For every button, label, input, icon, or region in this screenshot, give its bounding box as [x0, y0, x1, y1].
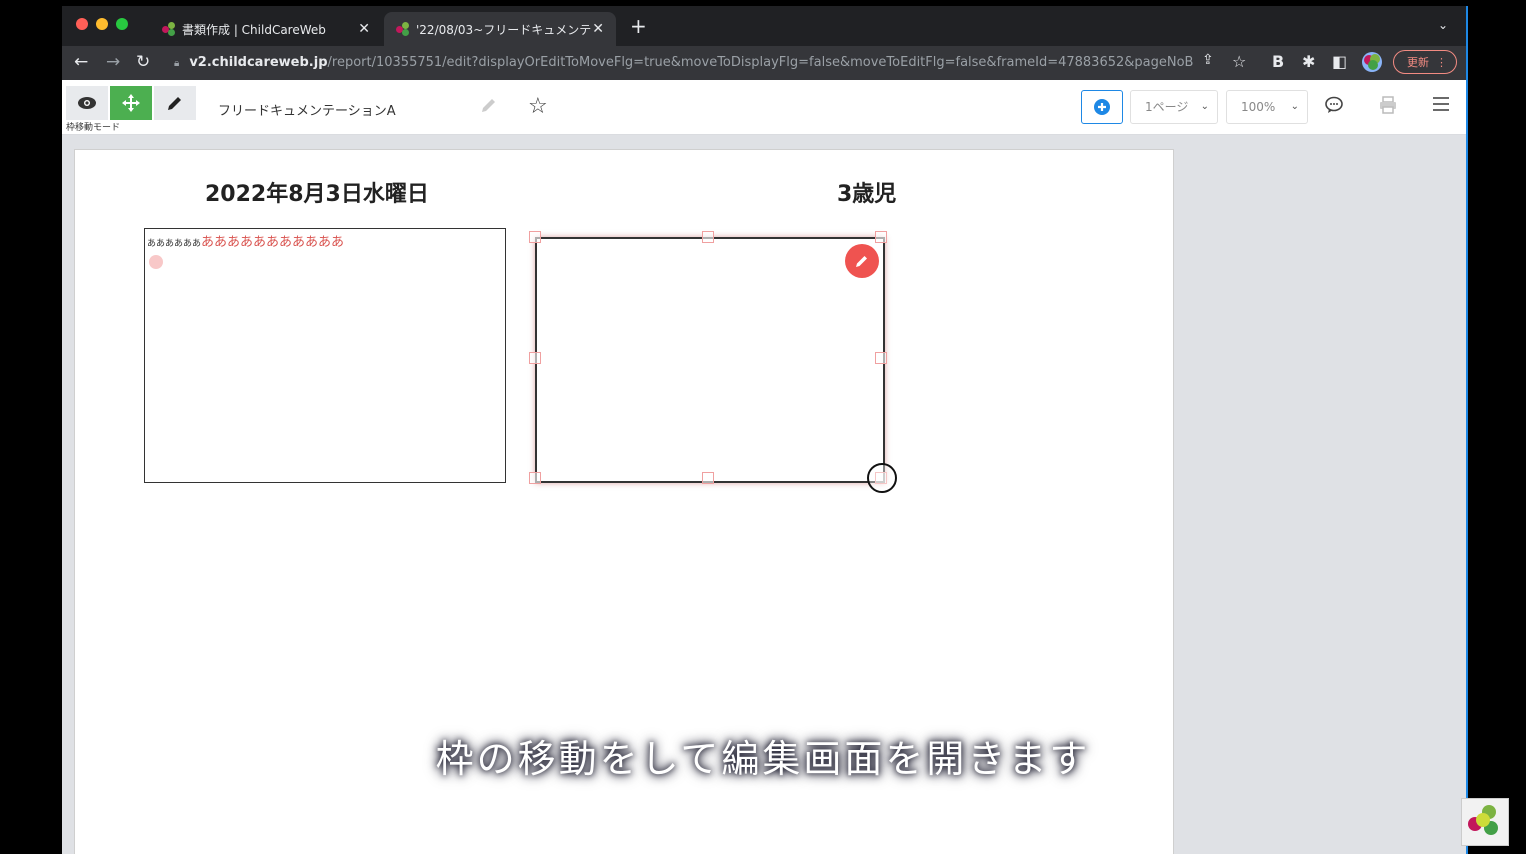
move-frame-mode-button[interactable]: [110, 86, 152, 120]
page-select[interactable]: 1ページ ⌄: [1130, 90, 1218, 124]
plus-circle-icon: [1094, 99, 1110, 115]
close-tab-icon[interactable]: ✕: [592, 21, 604, 37]
tab-title: 書類作成 | ChildCareWeb: [182, 22, 326, 37]
lock-icon: 🔒︎: [174, 58, 180, 69]
document-title[interactable]: フリードキュメンテーションA: [218, 100, 396, 119]
document-date[interactable]: 2022年8月3日水曜日: [205, 176, 429, 208]
tab-search-chevron-icon[interactable]: ⌄: [1438, 18, 1448, 32]
profile-avatar[interactable]: [1362, 52, 1382, 72]
edit-frame-button[interactable]: [845, 244, 879, 278]
url-host: v2.childcareweb.jp: [189, 55, 328, 70]
comment-icon[interactable]: [1324, 95, 1344, 119]
window-edge-accent: [1466, 6, 1468, 854]
mode-label: 枠移動モード: [66, 123, 121, 133]
reload-icon[interactable]: ↻: [136, 53, 150, 71]
resize-handle-w[interactable]: [529, 352, 541, 364]
sticker-icon: [149, 255, 163, 269]
pencil-icon: [856, 256, 867, 267]
resize-handle-s[interactable]: [702, 472, 714, 484]
pencil-icon: [168, 97, 181, 110]
zoom-window-button[interactable]: [116, 18, 128, 30]
view-mode-button[interactable]: [66, 86, 108, 120]
address-bar[interactable]: 🔒︎ v2.childcareweb.jp/report/10355751/edi…: [174, 50, 1194, 76]
close-window-button[interactable]: [76, 18, 88, 30]
text-frame[interactable]: あああああああああああああああああ: [144, 228, 506, 483]
clover-icon: [162, 22, 176, 36]
hatena-bookmark-icon[interactable]: B: [1272, 52, 1284, 71]
hamburger-menu-icon[interactable]: [1432, 96, 1450, 116]
browser-window: 書類作成 | ChildCareWeb ✕ '22/08/03~フリードキュメン…: [62, 6, 1466, 854]
frame-text-small: ああああああ: [147, 239, 202, 249]
update-button[interactable]: 更新 ⋮: [1393, 50, 1457, 74]
resize-handle-nw[interactable]: [529, 231, 541, 243]
video-subtitle: 枠の移動をして編集画面を開きます: [435, 737, 1091, 781]
sidepanel-icon[interactable]: ◧: [1332, 52, 1347, 71]
chevron-down-icon: ⌄: [1290, 101, 1299, 112]
print-icon[interactable]: [1378, 95, 1398, 119]
mode-toggle-group: [66, 86, 196, 120]
clover-logo-icon: [1461, 798, 1509, 846]
forward-arrow-icon[interactable]: →: [106, 53, 120, 71]
frame-text-large: あああああああああああ: [201, 235, 345, 250]
extensions-puzzle-icon[interactable]: ✱: [1302, 52, 1315, 71]
zoom-select[interactable]: 100% ⌄: [1226, 90, 1308, 124]
age-group-label[interactable]: 3歳児: [837, 176, 896, 208]
zoom-select-value: 100%: [1241, 100, 1276, 114]
edit-mode-button[interactable]: [154, 86, 196, 120]
url-path: /report/10355751/edit?displayOrEditToMov…: [327, 55, 1194, 70]
resize-handle-ne[interactable]: [875, 231, 887, 243]
back-arrow-icon[interactable]: ←: [74, 53, 88, 71]
resize-handle-sw[interactable]: [529, 472, 541, 484]
selected-frame[interactable]: [535, 237, 885, 483]
resize-handle-e[interactable]: [875, 352, 887, 364]
browser-toolbar: ← → ↻ 🔒︎ v2.childcareweb.jp/report/103557…: [62, 46, 1466, 80]
move-arrows-icon: [122, 94, 140, 112]
tab-title: '22/08/03~フリードキュメンテ: [416, 22, 592, 37]
resize-handle-n[interactable]: [702, 231, 714, 243]
tab-childcareweb[interactable]: 書類作成 | ChildCareWeb ✕: [150, 12, 382, 46]
frame-text: あああああああああああああああああ: [147, 231, 344, 250]
close-tab-icon[interactable]: ✕: [358, 21, 370, 37]
rename-pencil-icon[interactable]: [480, 96, 498, 118]
add-frame-button[interactable]: [1081, 90, 1123, 124]
eye-icon: [78, 97, 96, 109]
new-tab-button[interactable]: +: [630, 16, 647, 36]
chevron-down-icon: ⌄: [1200, 101, 1209, 112]
clover-icon: [396, 22, 410, 36]
bookmark-star-icon[interactable]: ☆: [1232, 52, 1246, 71]
page-select-value: 1ページ: [1145, 100, 1189, 114]
share-icon[interactable]: ⇪: [1202, 52, 1214, 68]
tab-free-documentation[interactable]: '22/08/03~フリードキュメンテ ✕: [384, 12, 616, 46]
update-label: 更新: [1407, 56, 1429, 69]
favorite-star-icon[interactable]: ☆: [528, 94, 548, 119]
tab-strip: 書類作成 | ChildCareWeb ✕ '22/08/03~フリードキュメン…: [62, 6, 1466, 46]
minimize-window-button[interactable]: [96, 18, 108, 30]
app-header: 枠移動モード フリードキュメンテーションA ☆ 1ページ ⌄ 100% ⌄: [62, 80, 1466, 135]
resize-cursor-icon: [867, 463, 897, 493]
